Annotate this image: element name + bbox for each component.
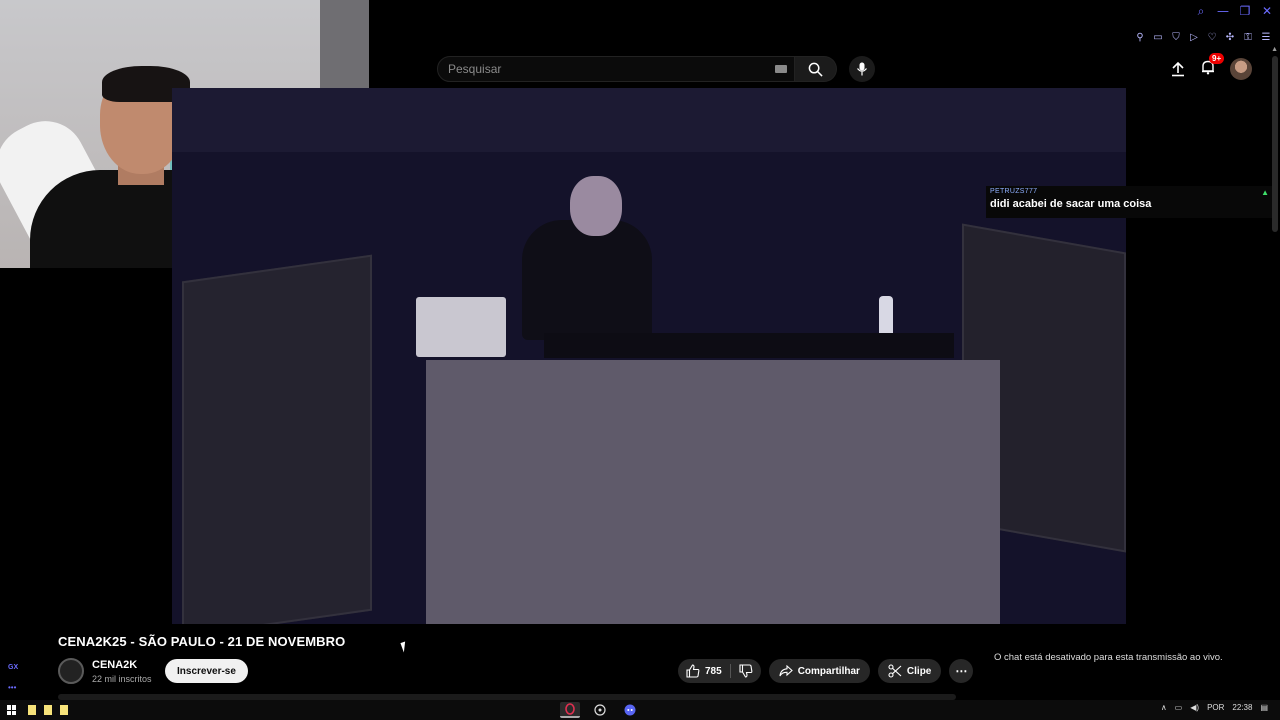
upload-icon[interactable] [1170,61,1186,77]
windows-start-icon[interactable] [7,705,17,715]
search-icon [808,62,823,77]
chat-text: didi acabei de sacar uma coisa [990,198,1152,210]
sticky-note-icon[interactable] [60,705,68,715]
network-icon[interactable]: ▭ [1175,703,1183,712]
chat-username: PETRUZS777 [990,188,1038,195]
thumbs-down-icon [739,664,753,678]
channel-avatar[interactable] [58,658,84,684]
restore-icon[interactable]: ❐ [1238,4,1252,18]
dj-booth [426,360,1000,624]
search-bar [437,56,875,82]
dj-head [570,176,622,236]
notifications-badge: 9+ [1209,52,1225,64]
share-icon [779,665,793,677]
scissors-icon [888,664,902,678]
extension-icon[interactable]: ✣ [1224,32,1236,44]
header-actions: 9+ [1170,52,1252,80]
chevron-up-icon[interactable]: ∧ [1161,703,1167,712]
search-icon[interactable]: ⌕ [1194,4,1208,18]
mouse-cursor [400,641,409,653]
laptop [416,297,506,357]
lock-icon[interactable]: ⚿ [1242,32,1254,44]
notification-center-icon[interactable]: ▤ [1260,703,1268,712]
sticky-notes [28,705,68,715]
chat-message: PETRUZS777 didi acabei de sacar uma cois… [986,186,1272,218]
extensions-bar: ⚲ ▭ ⛉ ▷ ♡ ✣ ⚿ ☰ [1134,32,1272,44]
share-label: Compartilhar [797,665,860,677]
keyboard-icon[interactable] [775,65,787,73]
video-player[interactable] [172,88,1126,624]
taskbar: ∧ ▭ ◀) POR 22:38 ▤ [0,700,1280,720]
video-actions: 785 Compartilhar Clipe ⋯ [678,659,974,683]
discord-taskbar-icon[interactable] [620,702,640,718]
sidebar-more-icon[interactable]: ••• [8,683,16,692]
dj-mixer [544,333,954,358]
thumbs-up-icon [686,664,700,678]
shield-icon[interactable]: ⛉ [1170,32,1182,44]
like-button[interactable]: 785 [678,659,730,683]
microphone-icon [857,62,867,76]
notifications-button[interactable]: 9+ [1200,52,1225,80]
obs-taskbar-icon[interactable] [590,702,610,718]
volume-icon[interactable]: ◀) [1190,703,1199,712]
clock[interactable]: 22:38 [1232,703,1252,712]
taskbar-apps [560,702,640,718]
opera-gx-taskbar-icon[interactable] [560,702,580,718]
voice-search-button[interactable] [849,56,875,82]
search-button[interactable] [795,56,837,82]
search-input[interactable] [437,56,795,82]
speaker-left [182,254,372,624]
sticky-note-icon[interactable] [44,705,52,715]
like-dislike-group: 785 [678,659,761,683]
page-scrollbar[interactable] [1272,56,1278,232]
clip-button[interactable]: Clipe [877,659,942,683]
more-actions-button[interactable]: ⋯ [949,659,974,683]
language-indicator[interactable]: POR [1207,703,1224,712]
menu-icon[interactable]: ☰ [1260,32,1272,44]
gx-sidebar-label[interactable]: GX [8,664,18,671]
account-avatar[interactable] [1230,58,1252,80]
minimize-icon[interactable]: — [1216,4,1230,18]
stage-ceiling [172,88,1126,152]
window-controls: ⌕ — ❐ ✕ [1194,4,1274,18]
video-title: CENA2K25 - SÃO PAULO - 21 DE NOVEMBRO [58,634,346,649]
heart-icon[interactable]: ♡ [1206,32,1218,44]
play-icon[interactable]: ▷ [1188,32,1200,44]
pin-icon[interactable]: ⚲ [1134,32,1146,44]
snapshot-icon[interactable]: ▭ [1152,32,1164,44]
dislike-button[interactable] [731,659,761,683]
subscriber-count: 22 mil inscritos [92,674,152,684]
channel-name[interactable]: CENA2K [92,659,137,671]
close-icon[interactable]: ✕ [1260,4,1274,18]
scroll-up-arrow[interactable]: ▲ [1271,46,1278,53]
chat-status-icon: ▲ [1261,188,1269,197]
clip-label: Clipe [906,665,932,677]
share-button[interactable]: Compartilhar [768,659,870,683]
chat-disabled-message: O chat está desativado para esta transmi… [994,652,1223,663]
dj-body [522,220,652,340]
subscribe-button[interactable]: Inscrever-se [165,659,248,683]
system-tray: ∧ ▭ ◀) POR 22:38 ▤ [1161,703,1268,712]
more-icon: ⋯ [955,664,968,678]
webcam-door [320,0,369,100]
sticky-note-icon[interactable] [28,705,36,715]
like-count: 785 [705,665,722,677]
